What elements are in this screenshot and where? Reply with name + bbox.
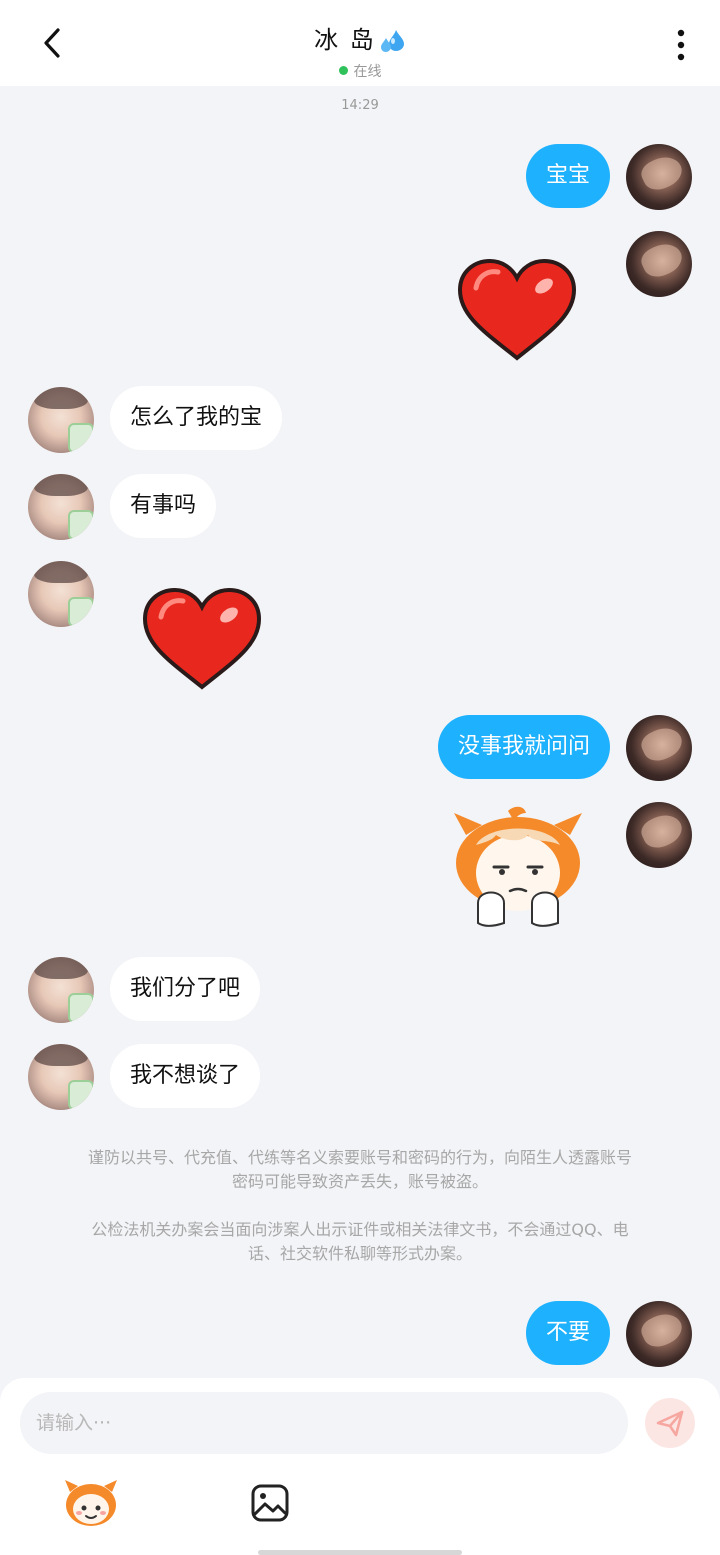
my-avatar[interactable] — [626, 1301, 692, 1367]
my-avatar[interactable] — [626, 802, 692, 868]
contact-avatar[interactable] — [28, 561, 94, 627]
contact-avatar[interactable] — [28, 387, 94, 453]
emoji-sticker-icon[interactable] — [62, 1478, 120, 1528]
security-notice-line: 密码可能导致资产丢失，账号被盗。 — [231, 1172, 488, 1191]
message-bubble-received[interactable]: 我们分了吧 — [110, 957, 261, 1021]
online-status-label: 在线 — [353, 63, 382, 80]
message-bubble-received[interactable]: 怎么了我的宝 — [110, 386, 283, 450]
my-avatar[interactable] — [626, 231, 692, 297]
legal-notice: 公检法机关办案会当面向涉案人出示证件或相关法律文书，不会通过QQ、电 话、社交软… — [40, 1218, 680, 1266]
chat-header: 冰 岛 在线 — [0, 0, 720, 86]
my-avatar[interactable] — [626, 715, 692, 781]
legal-notice-line: 话、社交软件私聊等形式办案。 — [247, 1244, 472, 1263]
message-bubble-sent[interactable]: 宝宝 — [525, 144, 610, 208]
chat-title-block: 冰 岛 在线 — [0, 20, 720, 81]
security-notice-line: 谨防以共号、代充值、代练等名义索要账号和密码的行为，向陌生人透露账号 — [87, 1148, 632, 1167]
cartoon-fox-girl-sticker[interactable] — [448, 805, 588, 933]
home-indicator[interactable] — [258, 1550, 462, 1555]
red-heart-sticker[interactable] — [456, 258, 578, 366]
red-heart-sticker[interactable] — [141, 587, 263, 695]
legal-notice-line: 公检法机关办案会当面向涉案人出示证件或相关法律文书，不会通过QQ、电 — [91, 1220, 629, 1239]
message-bubble-received[interactable]: 我不想谈了 — [110, 1044, 261, 1108]
security-notice: 谨防以共号、代充值、代练等名义索要账号和密码的行为，向陌生人透露账号 密码可能导… — [40, 1146, 680, 1194]
send-icon[interactable] — [645, 1398, 695, 1448]
contact-avatar[interactable] — [28, 957, 94, 1023]
more-options-icon[interactable] — [664, 26, 698, 64]
message-bubble-sent[interactable]: 不要 — [525, 1301, 610, 1365]
message-bubble-sent[interactable]: 没事我就问问 — [437, 715, 610, 779]
contact-name: 冰 岛 — [314, 26, 376, 54]
image-icon[interactable] — [250, 1483, 290, 1523]
online-status: 在线 — [0, 61, 720, 81]
sweat-droplets-icon — [378, 28, 406, 60]
message-composer — [0, 1378, 720, 1555]
online-dot-icon — [338, 66, 348, 75]
contact-avatar[interactable] — [28, 474, 94, 540]
message-input[interactable] — [20, 1392, 628, 1454]
message-bubble-received[interactable]: 有事吗 — [110, 474, 217, 538]
my-avatar[interactable] — [626, 144, 692, 210]
message-timestamp: 14:29 — [341, 98, 379, 113]
contact-avatar[interactable] — [28, 1044, 94, 1110]
